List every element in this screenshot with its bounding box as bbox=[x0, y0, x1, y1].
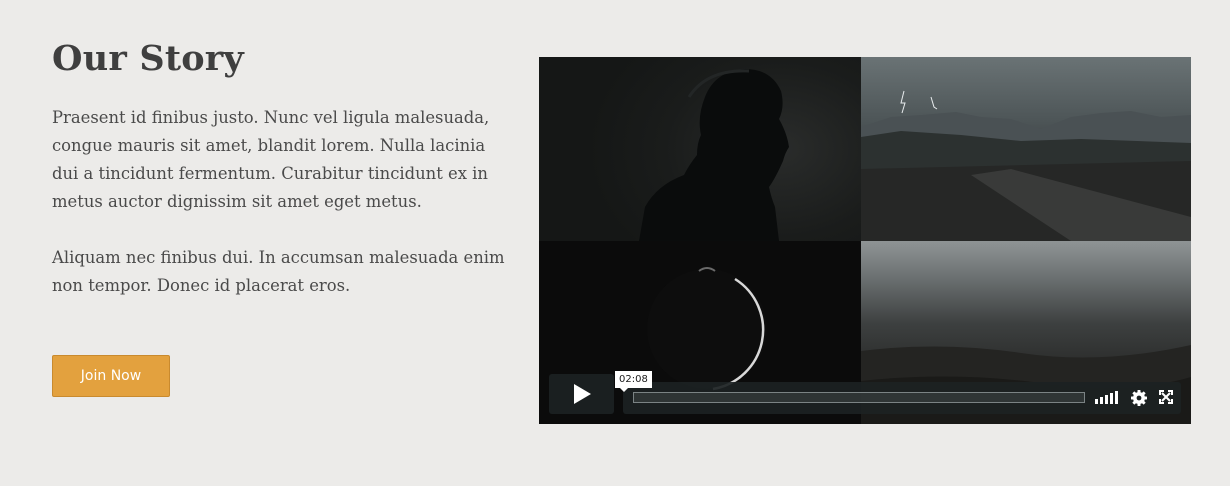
join-now-button[interactable]: Join Now bbox=[52, 355, 170, 397]
story-paragraph: Praesent id finibus justo. Nunc vel ligu… bbox=[52, 108, 490, 211]
page-title: Our Story bbox=[52, 38, 244, 79]
story-paragraph: Aliquam nec finibus dui. In accumsan mal… bbox=[52, 248, 505, 295]
video-frame-man-silhouette bbox=[539, 57, 861, 241]
progress-bar[interactable] bbox=[633, 392, 1085, 403]
story-section: Our Story Praesent id finibus justo. Nun… bbox=[52, 36, 512, 300]
video-controls: 02:08 bbox=[549, 371, 1181, 414]
duration-tooltip: 02:08 bbox=[615, 371, 652, 392]
volume-icon[interactable] bbox=[1095, 390, 1119, 409]
fullscreen-icon[interactable] bbox=[1159, 390, 1173, 409]
play-button[interactable] bbox=[549, 374, 614, 414]
settings-icon[interactable] bbox=[1131, 390, 1147, 411]
video-player[interactable]: 02:08 bbox=[539, 57, 1191, 424]
page: Our Story Praesent id finibus justo. Nun… bbox=[0, 0, 1230, 486]
play-icon bbox=[574, 384, 591, 404]
video-frame-storm-landscape bbox=[861, 57, 1191, 241]
control-bar bbox=[623, 382, 1181, 414]
